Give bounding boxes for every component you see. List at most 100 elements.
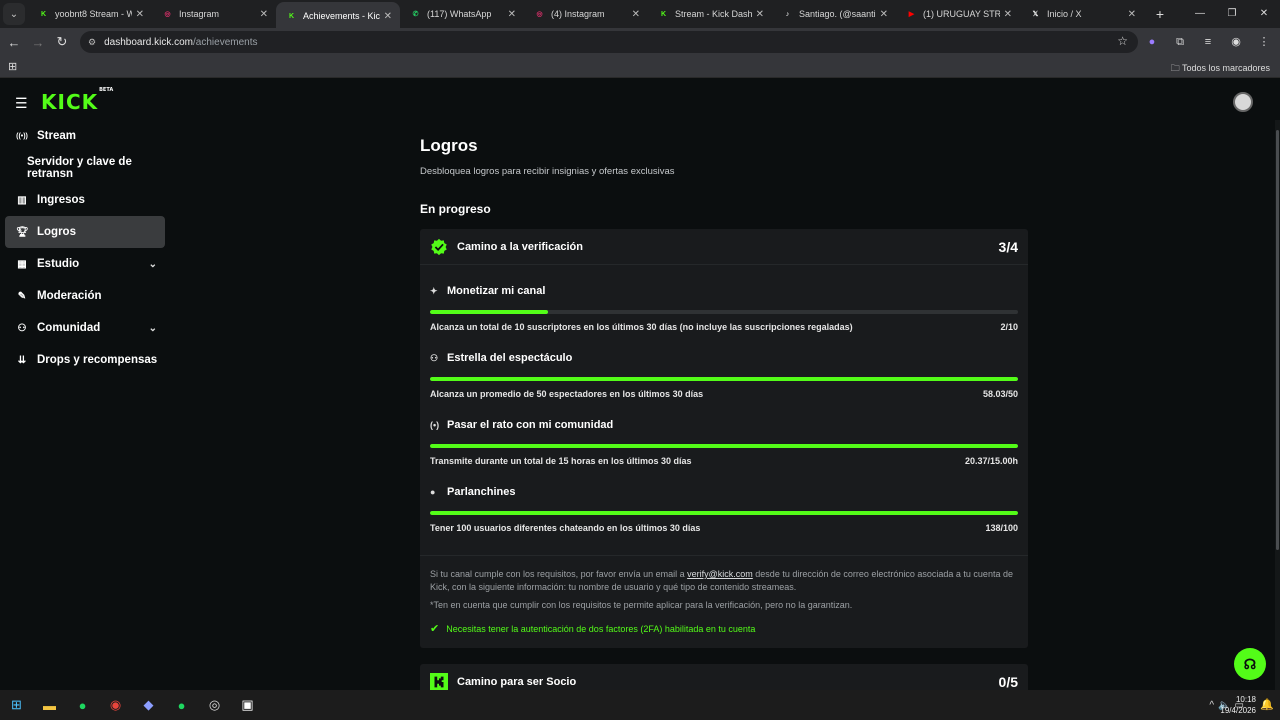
- file-explorer-icon[interactable]: ▬: [33, 690, 66, 720]
- browser-tab[interactable]: ▶ (1) URUGUAY STREAM ✕: [896, 2, 1020, 26]
- extension-drop-icon[interactable]: ●: [1140, 31, 1164, 53]
- sidebar-item-label: Ingresos: [37, 194, 85, 206]
- reload-icon[interactable]: ↻: [50, 34, 74, 50]
- browser-tab[interactable]: ◎ (4) Instagram ✕: [524, 2, 648, 26]
- help-chat-button[interactable]: ☊: [1234, 648, 1266, 680]
- chevron-down-icon[interactable]: ⌄: [149, 259, 157, 270]
- all-bookmarks-folder[interactable]: 🗀 Todos los marcadores: [1171, 61, 1270, 77]
- verification-instructions: Si tu canal cumple con los requisitos, p…: [430, 568, 1018, 594]
- sidebar-item-drops[interactable]: ⇊ Drops y recompensas: [5, 344, 175, 376]
- verification-card-header[interactable]: Camino a la verificación 3/4: [420, 229, 1028, 265]
- system-clock[interactable]: 10:18 19/4/2026: [1220, 694, 1256, 716]
- restore-icon[interactable]: ❐: [1216, 0, 1248, 28]
- page-title: Logros: [420, 136, 478, 155]
- browser-menu-icon[interactable]: ⋮: [1252, 31, 1276, 53]
- sidebar-item-chart[interactable]: ▥ Ingresos: [5, 184, 175, 216]
- tab-close-icon[interactable]: ✕: [756, 9, 764, 20]
- achievement-description-row: Alcanza un total de 10 suscriptores en l…: [430, 322, 1018, 332]
- notification-bell-icon[interactable]: 🔔: [1260, 698, 1274, 711]
- achievement-title: ● Parlanchines: [430, 486, 1018, 498]
- achievement-item: (•) Pasar el rato con mi comunidad Transmi…: [420, 419, 1028, 466]
- chrome-icon[interactable]: ◉: [99, 690, 132, 720]
- profile-icon[interactable]: ◉: [1224, 31, 1248, 53]
- achievement-description-row: Alcanza un promedio de 50 espectadores e…: [430, 389, 1018, 399]
- chevron-down-icon[interactable]: ⌄: [149, 323, 157, 334]
- sidebar-item-label: Comunidad: [37, 322, 101, 334]
- sidebar-item-label: Logros: [37, 226, 76, 238]
- address-bar[interactable]: ⚙ dashboard.kick.com/achievements ☆: [80, 31, 1138, 53]
- achievement-description: Tener 100 usuarios diferentes chateando …: [430, 523, 701, 533]
- kick-logo[interactable]: KICKBETA: [41, 87, 113, 114]
- tab-close-icon[interactable]: ✕: [880, 9, 888, 20]
- sidebar-item-broadcast[interactable]: ((•)) Stream: [5, 120, 175, 152]
- discord-icon[interactable]: ◆: [132, 690, 165, 720]
- achievement-value: 138/100: [985, 523, 1018, 533]
- sidebar-item-trophy[interactable]: 🏆︎ Logros: [5, 216, 165, 248]
- new-tab-button[interactable]: +: [1148, 6, 1172, 22]
- achievement-progress-fill: [430, 377, 1018, 381]
- tab-close-icon[interactable]: ✕: [1128, 9, 1136, 20]
- tab-close-icon[interactable]: ✕: [632, 9, 640, 20]
- browser-tab[interactable]: 𝕏 Inicio / X ✕: [1020, 2, 1144, 26]
- tab-title: Stream - Kick Dashbo: [675, 9, 752, 19]
- media-control-icon[interactable]: ≡: [1196, 31, 1220, 53]
- minimize-icon[interactable]: —: [1184, 0, 1216, 28]
- drops-icon: ⇊: [17, 354, 27, 366]
- achievement-value: 2/10: [1000, 322, 1018, 332]
- partner-card-count: 0/5: [998, 674, 1018, 690]
- bookmark-star-icon[interactable]: ☆: [1117, 34, 1128, 48]
- people-icon: ⚇: [17, 322, 27, 334]
- tab-title: yoobnt8 Stream - Wa: [55, 9, 132, 19]
- partner-card-title: Camino para ser Socio: [457, 676, 577, 688]
- x-icon: 𝕏: [1032, 11, 1039, 18]
- back-icon[interactable]: ←: [2, 35, 26, 50]
- browser-tab[interactable]: K Achievements - Kick ✕: [276, 2, 400, 30]
- spotify-icon[interactable]: ●: [66, 690, 99, 720]
- capture-app-icon[interactable]: ▣: [231, 690, 264, 720]
- apps-grid-icon[interactable]: ⊞: [8, 60, 17, 73]
- achievement-progress-fill: [430, 511, 1018, 515]
- note-text-pre: Si tu canal cumple con los requisitos, p…: [430, 569, 688, 579]
- broadcast-icon: (•): [430, 420, 440, 430]
- sidebar-item-label: Moderación: [37, 290, 102, 302]
- spotify-alt-icon[interactable]: ●: [165, 690, 198, 720]
- tiktok-icon: ♪: [785, 10, 790, 18]
- tray-chevron-icon[interactable]: ^: [1209, 700, 1214, 711]
- sidebar-item-studio[interactable]: ▦ Estudio ⌄: [5, 248, 175, 280]
- sidebar-item-people[interactable]: ⚇ Comunidad ⌄: [5, 312, 175, 344]
- close-window-icon[interactable]: ✕: [1248, 0, 1280, 28]
- sidebar-item-server-key[interactable]: Servidor y clave de retransn: [5, 152, 175, 184]
- tab-close-icon[interactable]: ✕: [384, 11, 392, 22]
- browser-tab[interactable]: ♪ Santiago. (@saantiag ✕: [772, 2, 896, 26]
- tab-close-icon[interactable]: ✕: [136, 9, 144, 20]
- verify-email-link[interactable]: verify@kick.com: [687, 569, 753, 579]
- browser-tab[interactable]: ◎ Instagram ✕: [152, 2, 276, 26]
- achievement-title: ⚇ Estrella del espectáculo: [430, 352, 1018, 364]
- youtube-icon: ▶: [908, 11, 915, 18]
- browser-toolbar: ← → ↻ ⚙ dashboard.kick.com/achievements …: [0, 28, 1280, 56]
- extensions-icon[interactable]: ⧉: [1168, 31, 1192, 53]
- browser-tab[interactable]: ✆ (117) WhatsApp ✕: [400, 2, 524, 26]
- achievement-item: ⚇ Estrella del espectáculo Alcanza un prom…: [420, 352, 1028, 399]
- browser-tab[interactable]: K Stream - Kick Dashbo ✕: [648, 2, 772, 26]
- avatar[interactable]: [1233, 92, 1253, 112]
- sidebar-item-wrench[interactable]: ✎ Moderación: [5, 280, 175, 312]
- tab-close-icon[interactable]: ✕: [260, 9, 268, 20]
- tab-search-icon[interactable]: ⌄: [3, 3, 25, 25]
- bookmarks-bar: ⊞ 🗀 Todos los marcadores: [0, 56, 1280, 78]
- obs-icon[interactable]: ◎: [198, 690, 231, 720]
- kick-icon: K: [40, 10, 47, 18]
- tab-close-icon[interactable]: ✕: [508, 9, 516, 20]
- tab-close-icon[interactable]: ✕: [1004, 9, 1012, 20]
- requirement-2fa: ✔ Necesitas tener la autenticación de dos…: [430, 622, 1018, 635]
- partner-card-header[interactable]: Camino para ser Socio 0/5: [420, 664, 1028, 690]
- browser-tab[interactable]: Kyoobnt8 Stream - Wa ✕: [28, 2, 152, 26]
- wrench-icon: ✎: [17, 290, 27, 302]
- forward-icon[interactable]: →: [26, 35, 50, 50]
- sparkle-icon: ✦: [430, 285, 438, 296]
- menu-hamburger-icon[interactable]: ☰: [15, 95, 28, 112]
- site-info-icon[interactable]: ⚙: [88, 37, 96, 48]
- achievement-title-label: Monetizar mi canal: [447, 285, 546, 297]
- windows-start-icon[interactable]: ⊞: [0, 690, 33, 720]
- scrollbar-thumb[interactable]: [1276, 130, 1279, 550]
